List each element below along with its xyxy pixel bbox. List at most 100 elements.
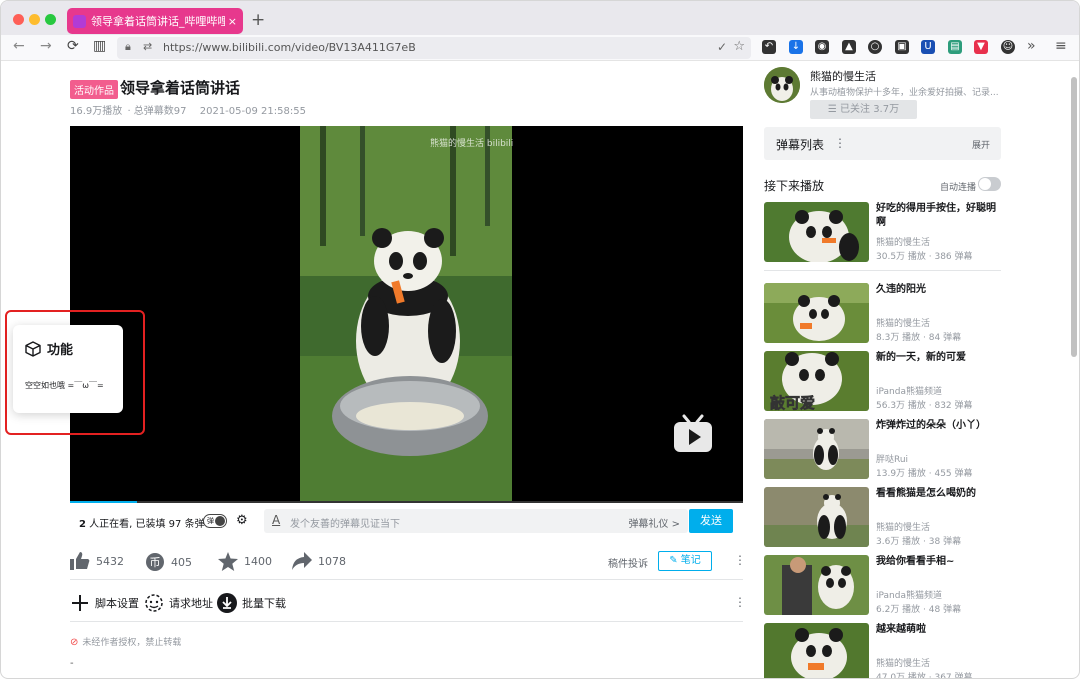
star-icon: [218, 552, 238, 571]
panda-extension-icon[interactable]: ☺: [1001, 40, 1015, 54]
danmaku-list-menu-icon[interactable]: ⋮: [834, 136, 846, 150]
danmaku-list-title: 弹幕列表: [776, 138, 825, 152]
recommendation-thumbnail: [764, 623, 869, 678]
download-icon[interactable]: ↓: [789, 40, 803, 54]
recommendation-item[interactable]: 敲可爱 新的一天，新的可爱 iPanda熊猫频道 56.3万 播放 · 832 …: [764, 351, 1001, 411]
camera-icon[interactable]: ◉: [815, 40, 829, 54]
uploader-name[interactable]: 熊猫的慢生活: [810, 68, 876, 84]
bilibili-favicon-icon: [73, 14, 86, 28]
danmaku-input[interactable]: A 发个友善的弹幕见证当下 弹幕礼仪 >: [264, 509, 688, 533]
like-button[interactable]: 5432: [70, 552, 124, 570]
danmaku-settings-icon[interactable]: ⚙: [236, 513, 248, 528]
danmaku-list-expand[interactable]: 展开: [972, 138, 990, 151]
recommendation-item[interactable]: 越来越萌啦 熊猫的慢生活 47.0万 播放 · 367 弹幕: [764, 623, 1002, 678]
script-settings-label: 脚本设置: [95, 597, 139, 610]
password-manager-icon[interactable]: U: [921, 40, 935, 54]
recommendation-item[interactable]: 看看熊猫是怎么喝奶的 熊猫的慢生活 3.6万 播放 · 38 弹幕: [764, 487, 1001, 547]
danmaku-list-panel[interactable]: 弹幕列表 ⋮ 展开: [764, 127, 1001, 160]
watching-text: 人正在看, 已装填 97 条弹幕: [85, 518, 215, 530]
page-scrollbar[interactable]: [1071, 77, 1077, 357]
script-settings-button[interactable]: 脚本设置: [70, 593, 139, 613]
menu-icon[interactable]: ≡: [1055, 38, 1067, 54]
recommendation-item[interactable]: 炸弹炸过的朵朵（小丫） 胖哒Rui 13.9万 播放 · 455 弹幕: [764, 419, 1001, 479]
svg-text:币: 币: [150, 556, 161, 569]
zoom-window-button[interactable]: [45, 14, 56, 25]
recommendation-title[interactable]: 我给你看看手相~: [876, 555, 1002, 569]
recommendation-stats: 8.3万 播放 · 84 弹幕: [876, 333, 962, 343]
pocket-icon[interactable]: ▼: [974, 40, 988, 54]
recommendation-title[interactable]: 越来越萌啦: [876, 623, 1002, 637]
recommendation-author[interactable]: iPanda熊猫频道: [876, 384, 942, 397]
recommendation-title[interactable]: 好吃的得用手按住，好聪明啊: [876, 202, 1002, 230]
tools-more-icon[interactable]: ⋮: [734, 595, 746, 609]
recommendation-author[interactable]: 熊猫的慢生活: [876, 316, 930, 329]
recommendation-stats: 56.3万 播放 · 832 弹幕: [876, 401, 973, 411]
video-progress-bar[interactable]: [70, 501, 743, 503]
follow-button[interactable]: ☰ 已关注 3.7万: [810, 100, 917, 119]
recommendation-item[interactable]: 我给你看看手相~ iPanda熊猫频道 6.2万 播放 · 48 弹幕: [764, 555, 1001, 615]
recommendation-title[interactable]: 久违的阳光: [876, 283, 1002, 297]
permissions-icon[interactable]: ⇄: [143, 40, 152, 53]
uploader-avatar[interactable]: [764, 67, 800, 103]
reader-view-icon[interactable]: ▥: [93, 38, 106, 54]
new-tab-button[interactable]: +: [251, 10, 265, 30]
report-link[interactable]: 稿件投诉: [608, 555, 648, 570]
divider: [70, 621, 743, 622]
forbidden-icon: ⊘: [70, 637, 79, 648]
forward-icon[interactable]: →: [40, 38, 52, 54]
activity-badge[interactable]: 活动作品: [70, 80, 118, 99]
favorite-count: 1400: [244, 555, 272, 568]
recommendation-author[interactable]: iPanda熊猫频道: [876, 588, 942, 601]
up-next-title: 接下来播放: [764, 179, 825, 193]
bilibili-tv-icon: [674, 414, 712, 452]
coin-button[interactable]: 币 405: [145, 552, 192, 572]
danmaku-etiquette-link[interactable]: 弹幕礼仪 >: [628, 515, 680, 530]
circle-extension-icon[interactable]: ○: [868, 40, 882, 54]
recommendation-author[interactable]: 熊猫的慢生活: [876, 656, 930, 669]
share-arrow-icon: [292, 552, 312, 570]
more-actions-icon[interactable]: ⋮: [734, 553, 746, 567]
browser-tab[interactable]: 领导拿着话筒讲话_哔哩哔哩_bilibili ×: [67, 8, 243, 34]
tab-close-icon[interactable]: ×: [228, 15, 237, 28]
recommendation-item[interactable]: 好吃的得用手按住，好聪明啊 熊猫的慢生活 30.5万 播放 · 386 弹幕: [764, 202, 1001, 262]
note-edit-icon: ✎: [669, 555, 681, 566]
recommendation-author[interactable]: 胖哒Rui: [876, 452, 908, 465]
recommendation-title[interactable]: 新的一天，新的可爱: [876, 351, 1002, 365]
batch-download-label: 批量下载: [242, 597, 286, 610]
bookmark-star-icon[interactable]: ☆: [733, 39, 745, 54]
rocket-icon[interactable]: ▲: [842, 40, 856, 54]
address-bar[interactable]: 🔒︎ ⇄ https://www.bilibili.com/video/BV13…: [117, 37, 751, 59]
recommendation-item[interactable]: 久违的阳光 熊猫的慢生活 8.3万 播放 · 84 弹幕: [764, 283, 1001, 343]
recommendation-stats: 13.9万 播放 · 455 弹幕: [876, 469, 973, 479]
request-url-button[interactable]: 请求地址: [144, 593, 213, 613]
video-actions: 5432 币 405 1400 1078 稿件投诉 ✎ 笔记 ⋮: [70, 547, 746, 577]
reload-icon[interactable]: ⟳: [67, 38, 79, 54]
checkmark-icon[interactable]: ✓: [717, 40, 727, 54]
back-icon[interactable]: ←: [13, 38, 25, 54]
recommendation-author[interactable]: 熊猫的慢生活: [876, 235, 930, 248]
url-text[interactable]: https://www.bilibili.com/video/BV13A411G…: [163, 41, 416, 54]
autoplay-toggle[interactable]: [978, 177, 1001, 191]
recommendation-author[interactable]: 熊猫的慢生活: [876, 520, 930, 533]
overflow-icon[interactable]: »: [1027, 38, 1036, 54]
view-count: 16.9万播放: [70, 106, 123, 117]
extension-reverse-icon[interactable]: ↶: [762, 40, 776, 54]
favorite-button[interactable]: 1400: [218, 552, 272, 571]
note-button[interactable]: ✎ 笔记: [658, 551, 712, 571]
recommendation-title[interactable]: 炸弹炸过的朵朵（小丫）: [876, 419, 1002, 433]
batch-download-button[interactable]: 批量下载: [217, 593, 286, 613]
video-player[interactable]: 熊猫的慢生活 bilibili: [70, 126, 743, 502]
minimize-window-button[interactable]: [29, 14, 40, 25]
close-window-button[interactable]: [13, 14, 24, 25]
face-icon: [144, 593, 164, 613]
danmaku-placeholder: 发个友善的弹幕见证当下: [290, 519, 400, 530]
font-style-icon[interactable]: A: [272, 513, 280, 527]
container-icon[interactable]: ▣: [895, 40, 909, 54]
save-icon[interactable]: ▤: [948, 40, 962, 54]
danmaku-total: · 总弹幕数97: [127, 106, 187, 117]
danmaku-toggle[interactable]: 弹: [203, 514, 227, 528]
share-button[interactable]: 1078: [292, 552, 346, 570]
video-meta: 16.9万播放 · 总弹幕数97 2021-05-09 21:58:55: [70, 102, 316, 117]
send-danmaku-button[interactable]: 发送: [689, 509, 733, 533]
recommendation-title[interactable]: 看看熊猫是怎么喝奶的: [876, 487, 1002, 501]
